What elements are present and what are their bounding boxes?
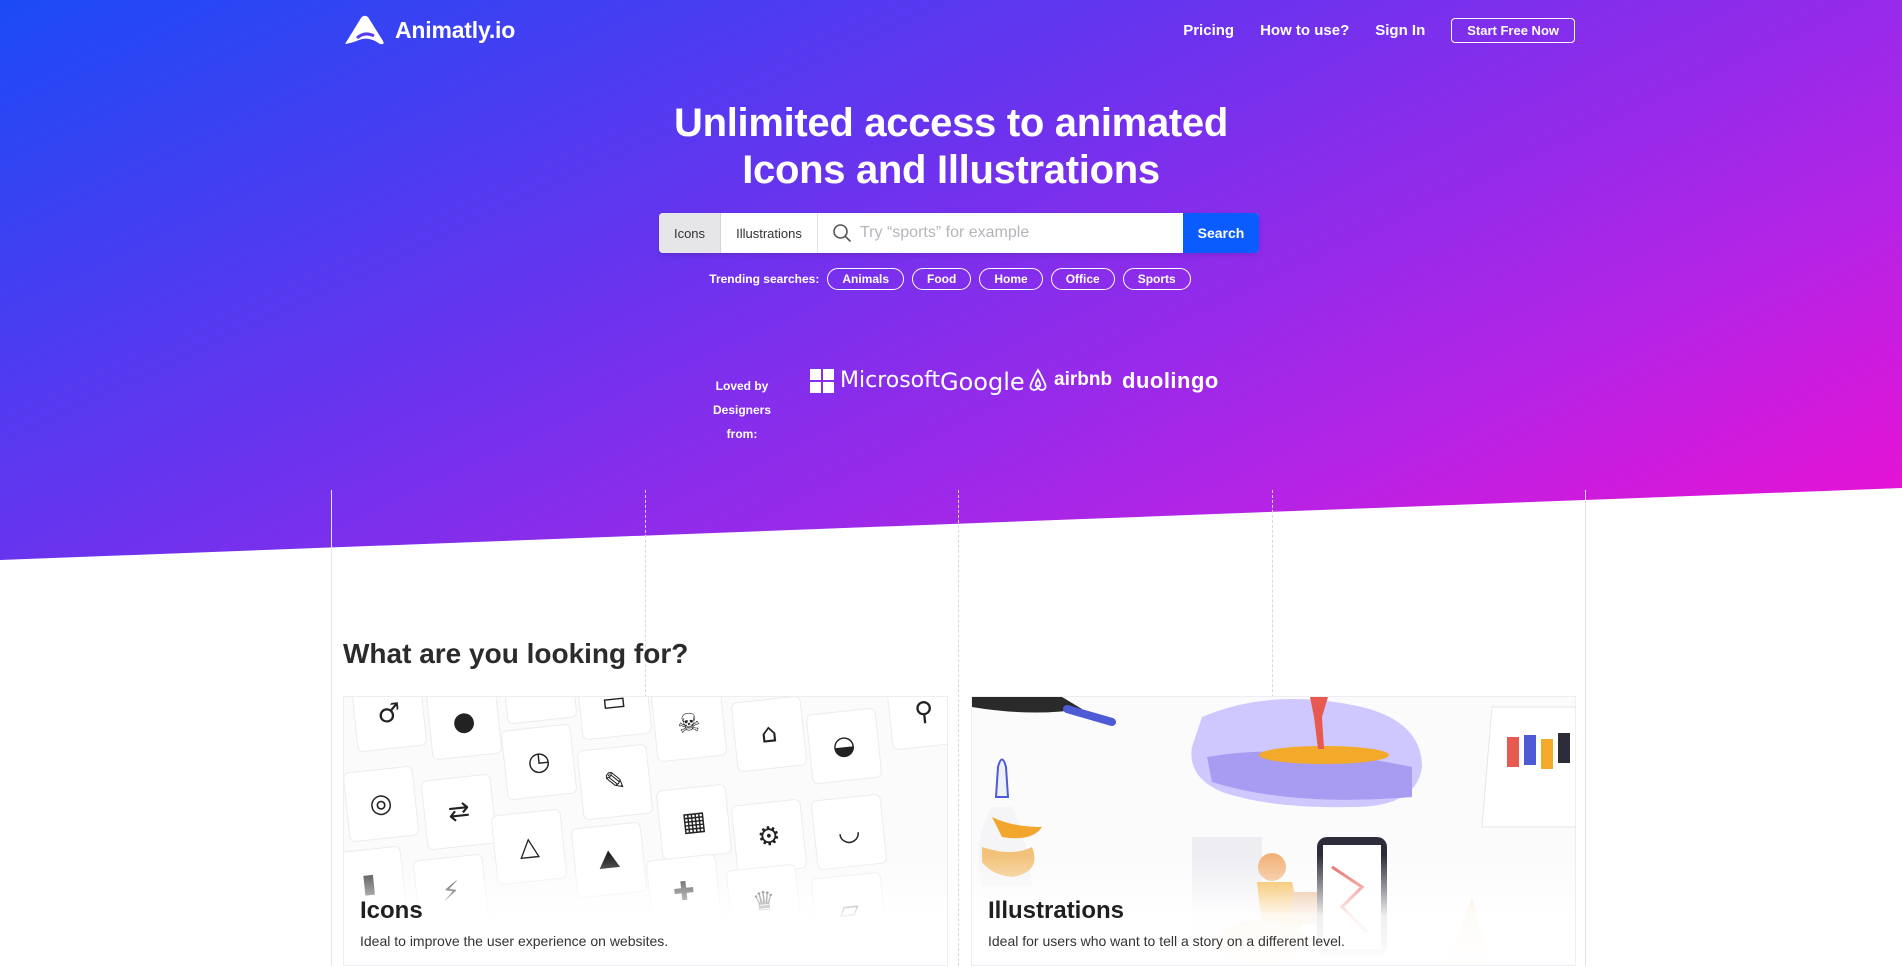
illustrations-card-description: Ideal for users who want to tell a story… [988, 933, 1345, 949]
duolingo-logo: duolingo [1122, 368, 1219, 393]
search-button[interactable]: Search [1183, 213, 1259, 253]
nav-links: Pricing How to use? Sign In Start Free N… [1183, 18, 1575, 43]
trending-chip-food[interactable]: Food [912, 268, 972, 290]
tile-usb-icon: ⚲ [885, 697, 947, 751]
loved-by-label: Loved by Designers from: [698, 374, 786, 446]
tile-card-icon: ▭ [575, 697, 653, 741]
headline-line-2: Icons and Illustrations [742, 148, 1160, 192]
airbnb-belo-icon [1029, 368, 1047, 391]
start-free-now-button[interactable]: Start Free Now [1451, 18, 1575, 43]
loved-by-logos: Loved by Designers from: Microsoft Googl… [698, 368, 1219, 441]
loved-by-line-1: Loved by [715, 379, 769, 393]
nav-sign-in-link[interactable]: Sign In [1375, 22, 1425, 39]
tile-basket-icon: ⌂ [730, 697, 808, 773]
frame-line-left [331, 490, 332, 966]
trending-chip-animals[interactable]: Animals [827, 268, 905, 290]
tile-skull-icon: ☠ [650, 697, 728, 763]
tile-burger-icon: ◒ [805, 707, 883, 785]
trending-chip-office[interactable]: Office [1050, 268, 1115, 290]
animatly-logo-icon [345, 15, 384, 45]
trending-searches: Trending searches: Animals Food Home Off… [0, 268, 1902, 290]
airbnb-logo: airbnb [1028, 368, 1112, 392]
illustrations-card-title: Illustrations [988, 897, 1125, 924]
tile-mars-icon: ♂ [350, 697, 428, 753]
nav-how-to-use-link[interactable]: How to use? [1260, 22, 1349, 39]
trending-label: Trending searches: [709, 272, 820, 286]
hero-headline: Unlimited access to animated Icons and I… [0, 100, 1902, 194]
nav-pricing-link[interactable]: Pricing [1183, 22, 1234, 39]
tile-shuffle-icon: ⇄ [420, 773, 498, 851]
tile-sweep-icon: ✎ [576, 743, 654, 821]
search-field[interactable] [818, 213, 1183, 253]
icons-card-description: Ideal to improve the user experience on … [360, 933, 669, 949]
segment-illustrations-tab[interactable]: Illustrations [721, 213, 818, 253]
illustrations-category-card[interactable]: Illustrations Ideal for users who want t… [971, 696, 1576, 966]
section-title: What are you looking for? [343, 638, 689, 669]
google-logo: Google [940, 368, 1025, 396]
brand-logo[interactable]: Animatly.io [343, 14, 515, 46]
icons-card-title: Icons [360, 897, 423, 924]
segment-icons-tab[interactable]: Icons [659, 213, 721, 253]
tile-target-icon: ◷ [500, 723, 578, 801]
loved-by-line-2: Designers from: [712, 403, 772, 441]
brand-name: Animatly.io [395, 16, 516, 43]
tile-dumpster-icon: ▦ [655, 783, 733, 861]
microsoft-logo: Microsoft [810, 368, 940, 393]
microsoft-windows-icon [810, 368, 834, 393]
top-nav: Animatly.io Pricing How to use? Sign In … [343, 12, 1575, 48]
tile-bomb-icon: ● [425, 697, 503, 761]
frame-line-right [1585, 490, 1586, 966]
icons-category-card[interactable]: ♂ ● ≡ ▭ ☠ ⌂ ◒ ⚲ ◎ ⇄ ◷ ✎ ▦ ⚙ ◡ ▮ ⚡ △ ⛰ ✚ … [343, 696, 948, 966]
microsoft-wordmark: Microsoft [840, 368, 941, 393]
tile-fingerprint-icon: ◎ [344, 765, 420, 843]
search-bar: Icons Illustrations Search [659, 213, 1259, 253]
airbnb-wordmark: airbnb [1054, 369, 1113, 390]
trending-chip-sports[interactable]: Sports [1122, 268, 1191, 290]
search-input[interactable] [860, 224, 1180, 242]
search-icon [833, 224, 851, 242]
guide-line [958, 490, 959, 966]
headline-line-1: Unlimited access to animated [673, 101, 1228, 145]
trending-chip-home[interactable]: Home [979, 268, 1043, 290]
tile-lines-icon: ≡ [500, 697, 578, 725]
